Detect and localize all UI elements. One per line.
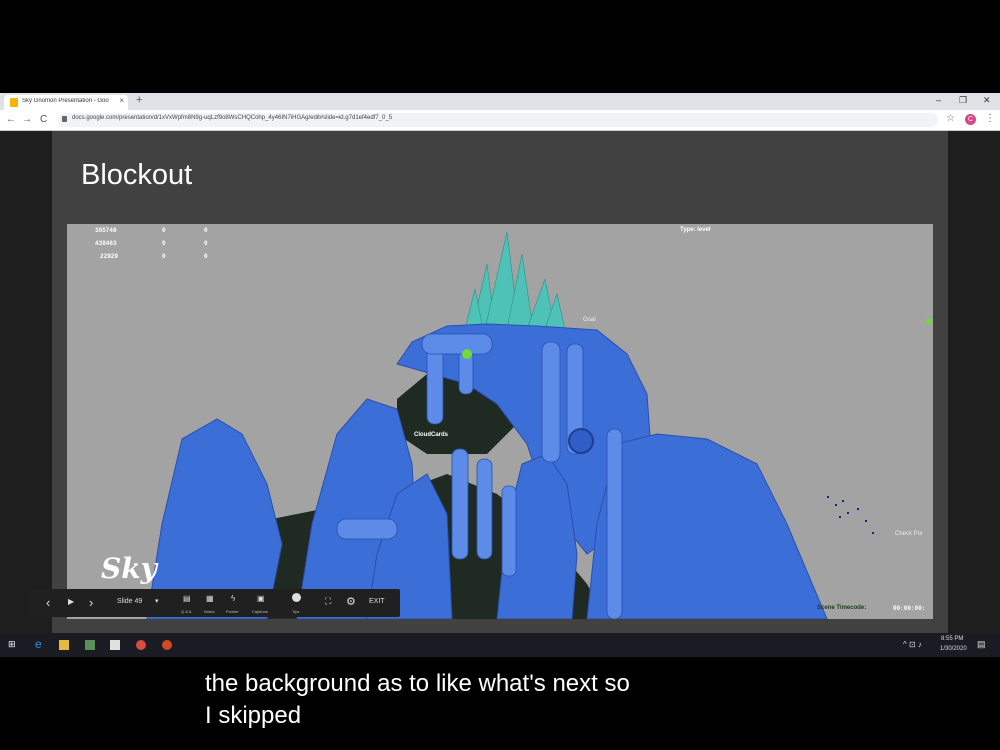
stat-cell: 438463 [95,240,117,247]
fullscreen-icon[interactable]: ⛶ [325,596,331,607]
profile-avatar[interactable]: C [965,114,976,125]
notes-icon[interactable]: ▦ [206,594,214,603]
clock-date[interactable]: 1/30/2020 [940,646,967,652]
level-blockout-screenshot: 365748 0 0 438463 0 0 22929 0 0 Type: le… [67,224,933,619]
stat-cell: 365748 [95,227,117,234]
tips-icon[interactable] [292,593,301,602]
scene-timecode-value: 00:00:00: [893,605,926,612]
gear-icon[interactable]: ⚙ [346,595,356,608]
tab-close-icon[interactable]: × [119,96,124,105]
store-icon[interactable] [85,640,95,650]
close-window-button[interactable]: ✕ [983,95,991,106]
slide-title: Blockout [81,159,193,191]
pointer-label[interactable]: Pointer [226,609,239,614]
exit-button[interactable]: EXIT [369,598,385,605]
qa-label[interactable]: Q & A [181,609,191,614]
stat-cell: 0 [204,240,208,247]
video-subtitle: the background as to like what's next so… [205,668,630,732]
notes-label[interactable]: Notes [204,609,214,614]
url-field[interactable]: docs.google.com/presentation/d/1xVxWpfm8… [58,113,938,127]
stat-cell: 0 [204,253,208,260]
powerpoint-icon[interactable] [162,640,172,650]
chevron-down-icon[interactable]: ▾ [155,597,159,605]
bookmark-star-icon[interactable]: ☆ [946,113,955,124]
subtitle-line-1: the background as to like what's next so [205,670,630,697]
presentation-controls-bar: ‹ ▶ › Slide 49 ▾ ▤ Q & A ▦ Notes ϟ Point… [28,589,400,617]
new-tab-button[interactable]: + [136,94,142,106]
cloud-cards-label: CloudCards [414,432,449,438]
windows-taskbar: ⊞ e ^ ⊡ ♪ 8:55 PM 1/30/2020 ▤ [0,633,1000,657]
presentation-slide: Blockout 365748 0 0 438463 0 0 22929 0 0… [52,131,948,633]
captions-label[interactable]: Captions [252,609,268,614]
clock-time[interactable]: 8:55 PM [941,636,963,642]
stat-cell: 0 [162,240,166,247]
back-button[interactable]: ← [6,114,16,125]
notification-icon[interactable]: ▤ [977,639,986,650]
level-scene-illustration [146,231,932,619]
previous-slide-button[interactable]: ‹ [46,595,50,610]
tips-label[interactable]: Tips [292,609,299,614]
stat-cell: 22929 [100,253,119,260]
stat-cell: 0 [162,227,166,234]
lock-icon [62,116,67,122]
pointer-icon[interactable]: ϟ [231,594,235,603]
file-explorer-icon[interactable] [59,640,69,650]
mail-icon[interactable] [110,640,120,650]
tab-bar: Sky Gnomon Presentation - Goo × + – ❐ ✕ [0,93,1000,110]
address-bar: ← → C docs.google.com/presentation/d/1xV… [0,110,1000,131]
sky-logo: Sky [101,552,157,585]
restore-button[interactable]: ❐ [959,95,967,106]
stat-cell: 0 [162,253,166,260]
qa-icon[interactable]: ▤ [183,594,191,603]
play-button[interactable]: ▶ [68,597,74,606]
forward-button[interactable]: → [22,114,32,125]
slides-icon [10,98,18,107]
type-label: Type: level [680,227,711,233]
type-key: Type: [680,227,696,233]
chrome-icon[interactable] [136,640,146,650]
minimize-button[interactable]: – [936,95,941,105]
stat-cell: 0 [204,227,208,234]
checkpoint-label: Check Poi [895,531,923,537]
windows-start-icon[interactable]: ⊞ [8,639,18,649]
next-slide-button[interactable]: › [89,595,93,610]
url-text: docs.google.com/presentation/d/1xVxWpfm8… [72,115,393,121]
subtitle-line-2: I skipped [205,702,302,729]
tray-icons[interactable]: ^ ⊡ ♪ [903,640,922,649]
tab-title: Sky Gnomon Presentation - Goo [22,98,109,104]
goal-label: Goal [583,317,596,323]
reload-button[interactable]: C [40,114,47,125]
tab-slides-presentation[interactable]: Sky Gnomon Presentation - Goo × [4,95,128,110]
scene-timecode-label: Scene Timecode: [817,605,867,611]
slide-number-select[interactable]: Slide 49 [117,598,142,605]
browser-menu-icon[interactable]: ⋮ [985,113,995,124]
type-value: level [697,227,711,233]
captions-icon[interactable]: ▣ [257,594,265,603]
browser-window: Sky Gnomon Presentation - Goo × + – ❐ ✕ … [0,93,1000,633]
edge-icon[interactable]: e [35,637,45,651]
